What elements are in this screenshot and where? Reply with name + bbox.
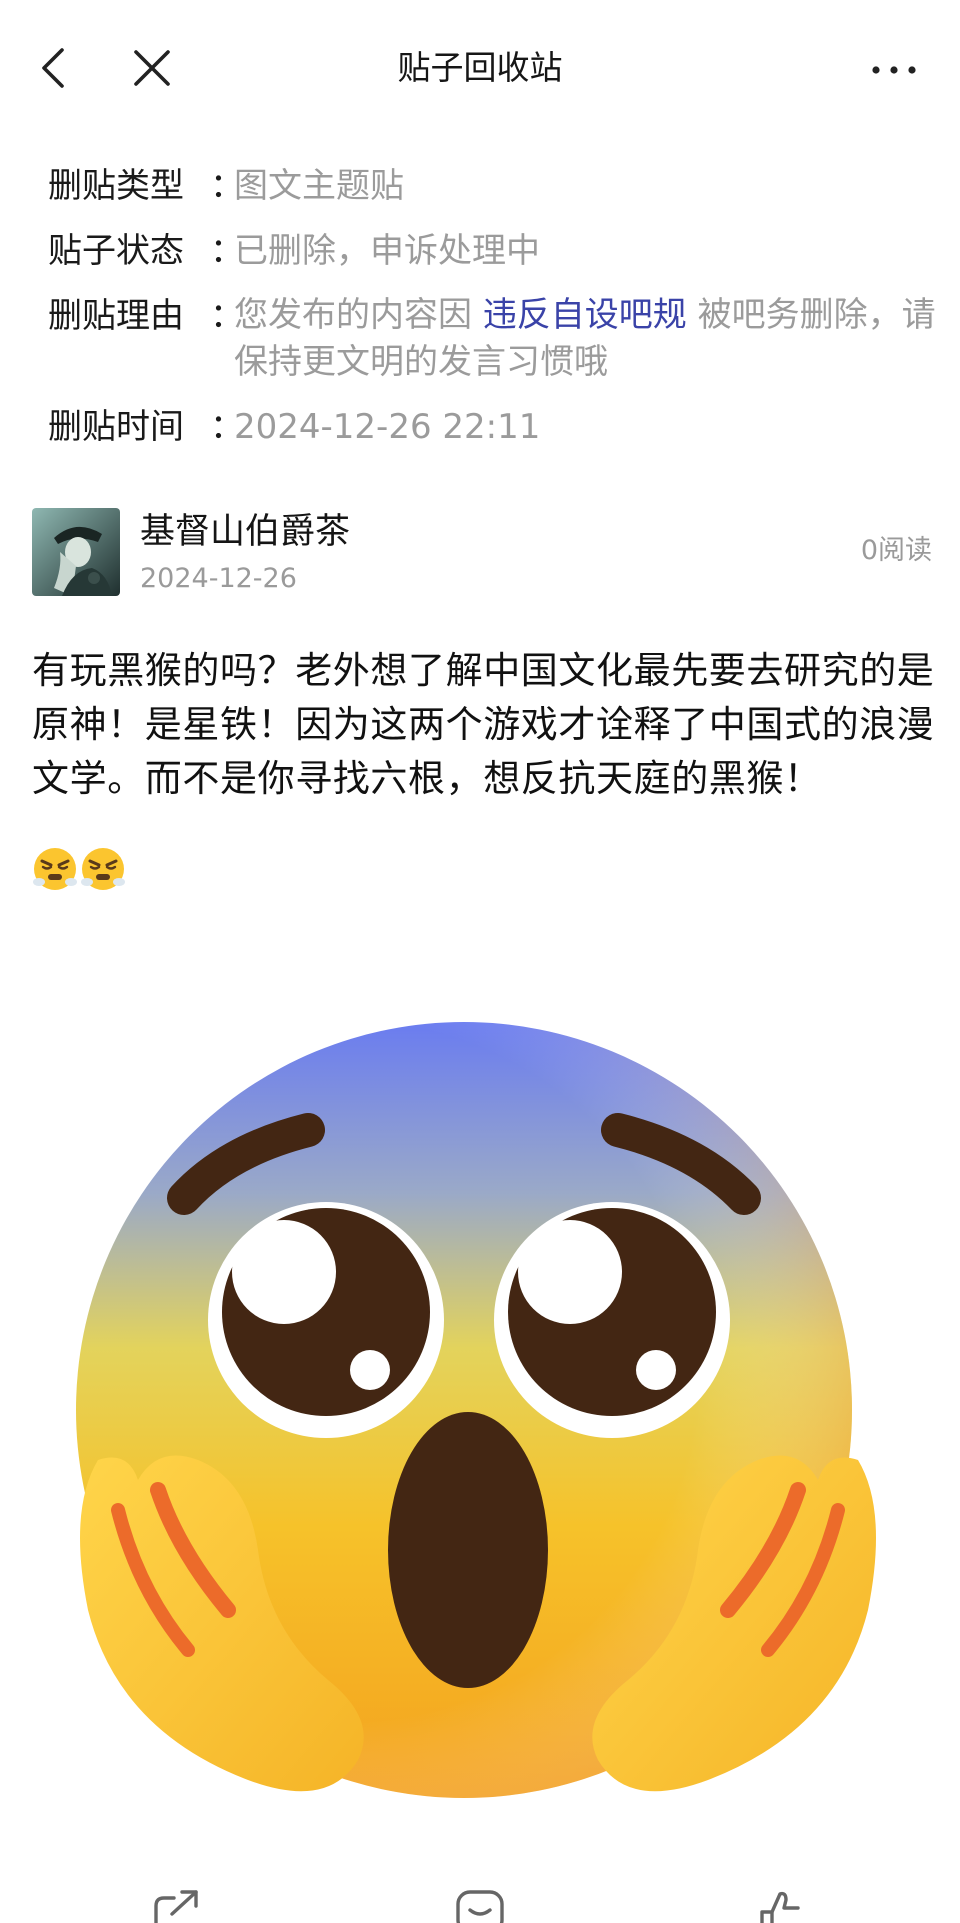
post-date: 2024-12-26 xyxy=(140,563,297,594)
huffing-face-emoji xyxy=(33,848,77,890)
more-horizontal-icon xyxy=(872,66,916,74)
info-label: 删贴时间 xyxy=(48,407,184,447)
rule-link[interactable]: 违反自设吧规 xyxy=(483,295,687,335)
read-count: 0阅读 xyxy=(860,535,932,566)
avatar[interactable] xyxy=(32,508,120,596)
info-row-type: 删贴类型 ： 图文主题贴 xyxy=(48,162,938,210)
author-name[interactable]: 基督山伯爵茶 xyxy=(140,508,350,556)
info-row-reason: 删贴理由 ： 您发布的内容因 违反自设吧规 被吧务删除，请保持更文明的发言习惯哦 xyxy=(48,292,938,386)
info-row-status: 贴子状态 ： 已删除，申诉处理中 xyxy=(48,227,938,275)
info-label: 贴子状态 xyxy=(48,231,184,271)
info-colon: ： xyxy=(210,407,244,447)
bottom-action-bar xyxy=(0,1880,960,1923)
info-value: 2024-12-26 22:11 xyxy=(234,407,541,447)
info-value: 您发布的内容因 违反自设吧规 被吧务删除，请保持更文明的发言习惯哦 xyxy=(232,292,938,386)
deletion-info: 删贴类型 ： 图文主题贴 贴子状态 ： 已删除，申诉处理中 删贴理由 ： 您发布… xyxy=(48,162,938,468)
like-icon[interactable] xyxy=(752,1884,808,1923)
info-colon: ： xyxy=(210,296,244,336)
more-button[interactable] xyxy=(860,42,930,94)
post-author: 基督山伯爵茶 2024-12-26 0阅读 xyxy=(30,508,932,598)
comment-icon[interactable] xyxy=(452,1884,508,1923)
share-icon[interactable] xyxy=(150,1884,206,1923)
info-label: 删贴理由 xyxy=(48,296,184,336)
reason-text-pre: 您发布的内容因 xyxy=(234,295,472,335)
top-nav-bar: 贴子回收站 xyxy=(0,0,960,130)
info-colon: ： xyxy=(210,231,244,271)
info-value: 已删除，申诉处理中 xyxy=(234,231,540,271)
pleading-shocked-face-emoji[interactable] xyxy=(58,990,898,1820)
post-body-text: 有玩黑猴的吗？老外想了解中国文化最先要去研究的是原神！是星铁！因为这两个游戏才诠… xyxy=(32,649,935,800)
page-title: 贴子回收站 xyxy=(397,48,563,87)
info-label: 删贴类型 xyxy=(48,166,184,206)
info-row-time: 删贴时间 ： 2024-12-26 22:11 xyxy=(48,403,938,451)
info-colon: ： xyxy=(210,166,244,206)
info-value: 图文主题贴 xyxy=(234,166,404,206)
huffing-face-emoji xyxy=(81,848,125,890)
